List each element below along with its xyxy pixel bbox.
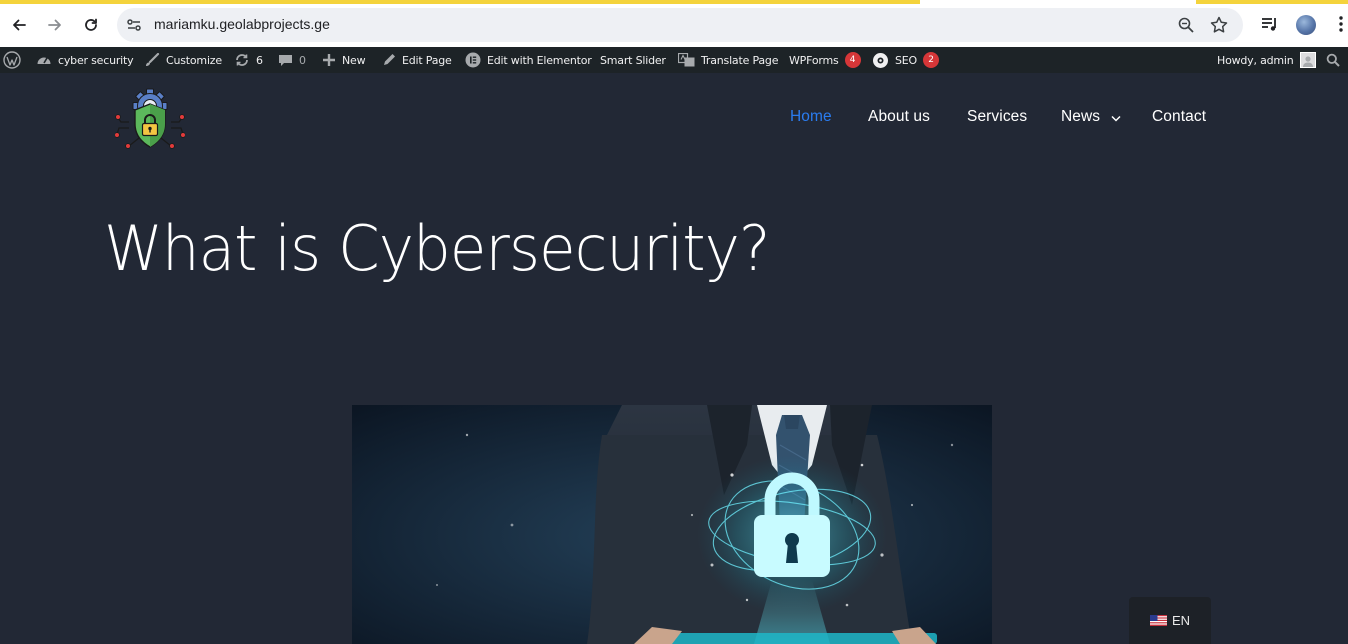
site-name-menu[interactable]: cyber security bbox=[36, 47, 134, 73]
forward-icon bbox=[48, 19, 61, 31]
media-control-icon[interactable] bbox=[1260, 14, 1280, 34]
search-icon bbox=[1326, 53, 1340, 67]
seo-badge: 2 bbox=[923, 52, 939, 68]
admin-search-button[interactable] bbox=[1326, 47, 1340, 73]
elementor-icon bbox=[465, 52, 481, 68]
wpforms-badge: 4 bbox=[844, 52, 861, 68]
plus-icon bbox=[322, 53, 336, 67]
seo-label: SEO bbox=[895, 53, 917, 67]
nav-link-about-us[interactable]: About us bbox=[868, 108, 930, 126]
back-icon bbox=[13, 19, 26, 31]
translate-page-label: Translate Page bbox=[701, 53, 779, 67]
pencil-icon bbox=[382, 53, 396, 67]
customize-label: Customize bbox=[166, 53, 222, 67]
site-info-icon[interactable] bbox=[125, 16, 143, 34]
wp-logo-menu[interactable] bbox=[3, 47, 21, 73]
nav-link-contact[interactable]: Contact bbox=[1152, 108, 1206, 126]
nav-news-label: News bbox=[1061, 108, 1101, 125]
dashboard-icon bbox=[36, 53, 52, 67]
wpforms-label: WPForms bbox=[789, 53, 839, 67]
chevron-down-icon[interactable] bbox=[1111, 115, 1121, 122]
my-account-menu[interactable]: Howdy, admin bbox=[1217, 47, 1316, 73]
language-switcher[interactable]: EN bbox=[1129, 597, 1211, 644]
language-code: EN bbox=[1171, 613, 1191, 628]
nav-link-services[interactable]: Services bbox=[967, 108, 1027, 126]
updates-count: 6 bbox=[256, 53, 263, 67]
smart-slider-label: Smart Slider bbox=[600, 53, 666, 67]
url-text[interactable]: mariamku.geolabprojects.ge bbox=[154, 16, 330, 32]
wordpress-icon bbox=[3, 51, 21, 69]
edit-elementor-label: Edit with Elementor bbox=[487, 53, 592, 67]
edit-with-elementor-link[interactable]: Edit with Elementor bbox=[465, 47, 592, 73]
hero-image bbox=[352, 405, 992, 644]
customize-link[interactable]: Customize bbox=[144, 47, 222, 73]
edit-page-link[interactable]: Edit Page bbox=[382, 47, 452, 73]
site-name-label: cyber security bbox=[58, 53, 134, 67]
reload-button[interactable] bbox=[78, 12, 104, 38]
wpforms-link[interactable]: WPForms 4 bbox=[789, 47, 861, 73]
smart-slider-link[interactable]: Smart Slider bbox=[600, 47, 666, 73]
star-icon[interactable] bbox=[1209, 15, 1229, 35]
comments-link[interactable]: 0 bbox=[278, 47, 306, 73]
brush-icon bbox=[144, 53, 160, 67]
comment-icon bbox=[278, 53, 293, 67]
profile-avatar[interactable] bbox=[1296, 15, 1316, 35]
main-nav: Home About us Services News Contact bbox=[0, 108, 1348, 130]
address-bar[interactable]: mariamku.geolabprojects.ge bbox=[117, 8, 1243, 42]
us-flag-icon bbox=[1149, 615, 1167, 626]
browser-toolbar: mariamku.geolabprojects.ge bbox=[0, 4, 1348, 47]
reload-icon bbox=[85, 18, 97, 31]
back-button[interactable] bbox=[6, 12, 32, 38]
translate-icon bbox=[678, 53, 695, 67]
seo-gear-icon bbox=[872, 52, 889, 69]
edit-page-label: Edit Page bbox=[402, 53, 452, 67]
page-title: What is Cybersecurity? bbox=[104, 212, 771, 285]
comments-count: 0 bbox=[299, 53, 306, 67]
nav-link-news[interactable]: News bbox=[1061, 108, 1100, 126]
new-content-link[interactable]: New bbox=[322, 47, 366, 73]
nav-link-home[interactable]: Home bbox=[790, 108, 832, 126]
new-label: New bbox=[342, 53, 366, 67]
admin-avatar bbox=[1299, 52, 1316, 68]
updates-icon bbox=[234, 53, 250, 67]
forward-button[interactable] bbox=[42, 12, 68, 38]
more-menu-icon[interactable] bbox=[1333, 14, 1348, 34]
howdy-label: Howdy, admin bbox=[1217, 53, 1294, 67]
translate-page-link[interactable]: Translate Page bbox=[678, 47, 778, 73]
wp-admin-bar: cyber security Customize 6 0 New Edit Pa… bbox=[0, 47, 1348, 73]
zoom-icon[interactable] bbox=[1177, 16, 1195, 34]
seo-link[interactable]: SEO 2 bbox=[872, 47, 939, 73]
updates-link[interactable]: 6 bbox=[234, 47, 263, 73]
